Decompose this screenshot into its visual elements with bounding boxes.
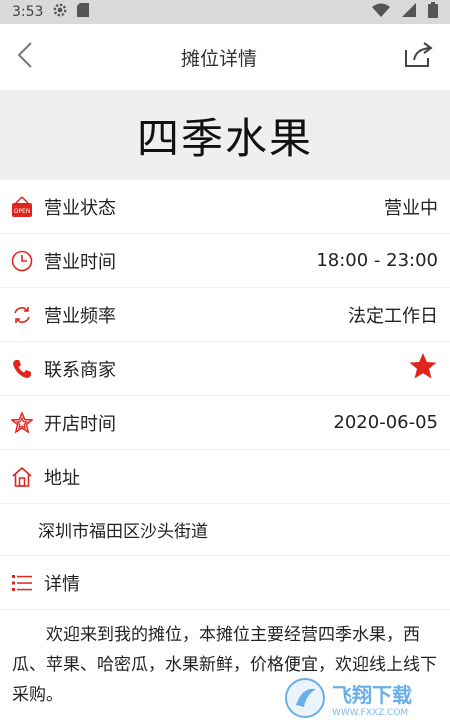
row-value: 营业中: [384, 197, 438, 219]
page-title: 摊位详情: [180, 47, 257, 70]
row-business-status: OPEN 营业状态 营业中: [0, 180, 450, 234]
refresh-icon: [10, 303, 34, 327]
share-button[interactable]: [404, 42, 434, 72]
row-business-hours: 营业时间 18:00 - 23:00: [0, 234, 450, 288]
watermark-brand: 飞翔下载: [332, 682, 412, 707]
settings-icon: [53, 3, 67, 21]
row-label: 地址: [44, 467, 80, 489]
app-bar: 摊位详情: [0, 24, 450, 90]
star-icon: [409, 353, 437, 379]
row-value: 2020-06-05: [333, 412, 438, 433]
phone-icon: [10, 357, 34, 381]
wifi-icon: [372, 3, 390, 21]
signal-icon: [402, 3, 416, 21]
home-icon: [10, 465, 34, 489]
watermark-logo-icon: [285, 678, 325, 718]
battery-icon: [428, 2, 438, 22]
row-contact-merchant[interactable]: 联系商家: [0, 342, 450, 396]
row-value: 18:00 - 23:00: [316, 250, 438, 271]
row-label: 联系商家: [44, 359, 116, 381]
row-address: 地址: [0, 450, 450, 504]
address-text: 深圳市福田区沙头街道: [0, 504, 450, 556]
list-icon: [10, 571, 34, 595]
clock-icon: [10, 249, 34, 273]
share-icon: [404, 42, 433, 67]
open-sign-icon: OPEN: [10, 195, 34, 219]
status-bar: 3:53: [0, 0, 450, 24]
row-business-frequency: 营业频率 法定工作日: [0, 288, 450, 342]
status-time: 3:53: [12, 4, 44, 20]
watermark: 飞翔下载 WWW.FXXZ.COM: [284, 674, 444, 722]
svg-text:OPEN: OPEN: [14, 208, 31, 215]
favorite-button[interactable]: [408, 352, 438, 385]
star-outline-icon: [10, 411, 34, 435]
stall-name: 四季水果: [136, 113, 313, 163]
row-label: 营业时间: [44, 251, 116, 273]
back-button[interactable]: [16, 41, 34, 73]
sd-card-icon: [77, 3, 90, 21]
row-label: 营业频率: [44, 305, 116, 327]
row-label: 营业状态: [44, 197, 116, 219]
row-opening-date: 开店时间 2020-06-05: [0, 396, 450, 450]
watermark-site: WWW.FXXZ.COM: [332, 707, 409, 718]
row-label: 开店时间: [44, 413, 116, 435]
chevron-left-icon: [17, 42, 32, 68]
row-details: 详情: [0, 556, 450, 610]
details-label: 详情: [44, 573, 80, 595]
stall-header: 四季水果: [0, 90, 450, 180]
row-value: 法定工作日: [348, 305, 438, 327]
